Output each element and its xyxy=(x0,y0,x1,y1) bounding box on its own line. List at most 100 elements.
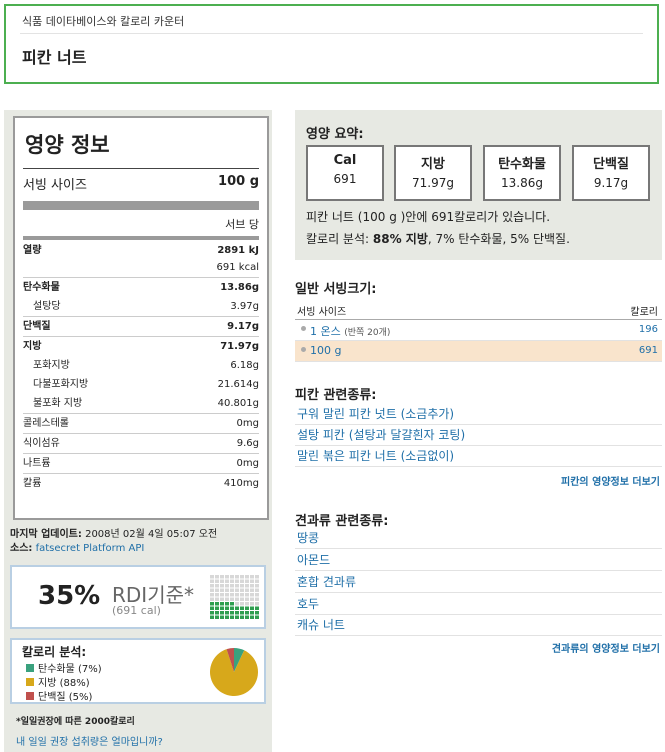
related-nut-link[interactable]: 혼합 견과류 xyxy=(295,573,662,593)
rdi-grid-cell xyxy=(225,588,229,592)
nutrition-label: 영양 정보 서빙 사이즈 100 g 서브 당 열량 2891 kJ 691 k… xyxy=(13,116,269,520)
rdi-grid-cell xyxy=(230,602,234,606)
related-pecan-link[interactable]: 말린 볶은 피칸 너트 (소금없이) xyxy=(295,447,662,467)
rdi-grid-cell xyxy=(210,606,214,610)
related-link-text[interactable]: 캐슈 너트 xyxy=(295,618,345,632)
left-column: 영양 정보 서빙 사이즈 100 g 서브 당 열량 2891 kJ 691 k… xyxy=(4,110,272,752)
serving-size-label: 서빙 사이즈 xyxy=(23,178,87,193)
nutrient-value: 21.614g xyxy=(217,379,259,390)
col-calories: 칼로리 xyxy=(630,307,658,318)
daily-intake-link[interactable]: 내 일일 권장 섭취량은 얼마입니까? xyxy=(16,733,163,748)
rdi-grid-cell xyxy=(245,579,249,583)
rdi-grid-cell xyxy=(255,575,259,579)
calorie-breakdown-title: 칼로리 분석: xyxy=(22,645,87,659)
nutrition-summary: 영양 요약: Cal 691 지방 71.97g 탄수화물 13.86g 단백질… xyxy=(295,110,662,260)
rdi-grid-cell xyxy=(225,611,229,615)
energy-label: 열량 xyxy=(23,245,42,256)
rdi-grid-cell xyxy=(230,584,234,588)
serving-row-selected[interactable]: 100 g 691 xyxy=(295,341,662,362)
summary-box-label: 단백질 xyxy=(593,157,629,172)
nutrient-row-polyunsaturated-fat: 다불포화지방 21.614g xyxy=(23,375,259,394)
summary-breakdown-line: 칼로리 분석: 88% 지방, 7% 탄수화물, 5% 단백질. xyxy=(306,230,570,247)
rdi-grid-cell xyxy=(210,593,214,597)
header-divider xyxy=(20,33,643,34)
related-nut-link[interactable]: 땅콩 xyxy=(295,529,662,549)
serving-calories[interactable]: 691 xyxy=(639,345,658,356)
nutrient-label: 포화지방 xyxy=(33,360,70,371)
rdi-grid-cell xyxy=(215,593,219,597)
related-pecan-link[interactable]: 설탕 피칸 (설탕과 달걀흰자 코팅) xyxy=(295,426,662,446)
rdi-grid-cell xyxy=(240,597,244,601)
rdi-grid-cell xyxy=(220,575,224,579)
rdi-grid-cell xyxy=(240,579,244,583)
rdi-grid-cell xyxy=(230,611,234,615)
rdi-grid-cell xyxy=(245,611,249,615)
rdi-grid-cell xyxy=(235,584,239,588)
carbs-swatch-icon xyxy=(26,663,34,672)
nutrition-label-title: 영양 정보 xyxy=(25,133,110,157)
rdi-grid-cell xyxy=(215,579,219,583)
nutrient-value: 40.801g xyxy=(217,398,259,409)
nutrient-label: 설탕당 xyxy=(33,301,61,312)
summary-box-value: 9.17g xyxy=(593,176,629,190)
rdi-grid-cell xyxy=(220,597,224,601)
related-link-text[interactable]: 아몬드 xyxy=(295,553,330,567)
related-link-text[interactable]: 땅콩 xyxy=(295,531,319,545)
rdi-grid-cell xyxy=(215,602,219,606)
rdi-grid-cell xyxy=(220,579,224,583)
more-nuts-link[interactable]: 견과류의 영양정보 더보기 xyxy=(552,640,660,655)
nutrient-label: 지방 xyxy=(23,341,42,352)
rdi-grid-cell xyxy=(215,615,219,619)
rdi-grid-cell xyxy=(210,602,214,606)
page-header: 식품 데이타베이스와 칼로리 카운터 피칸 너트 xyxy=(4,4,659,84)
rdi-grid-cell xyxy=(235,588,239,592)
rdi-grid-cell xyxy=(255,611,259,615)
rdi-grid-cell xyxy=(230,593,234,597)
rdi-grid-cell xyxy=(245,588,249,592)
rdi-grid-cell xyxy=(250,584,254,588)
rdi-grid-icon xyxy=(210,575,259,619)
related-link-text[interactable]: 말린 볶은 피칸 너트 (소금없이) xyxy=(295,449,454,463)
related-nut-link[interactable]: 아몬드 xyxy=(295,551,662,571)
summary-calorie-line: 피칸 너트 (100 g )안에 691칼로리가 있습니다. xyxy=(306,210,551,224)
nutrient-value: 410mg xyxy=(223,478,259,489)
summary-box-label: 탄수화물 xyxy=(498,157,546,172)
rdi-grid-cell xyxy=(240,602,244,606)
col-serving-size: 서빙 사이즈 xyxy=(297,307,347,318)
related-link-text[interactable]: 설탕 피칸 (설탕과 달걀흰자 코팅) xyxy=(295,428,465,442)
nutrient-row-fiber: 식이섬유 9.6g xyxy=(23,434,259,454)
rdi-grid-cell xyxy=(225,597,229,601)
breakdown-suffix: , 7% 탄수화물, 5% 단백질. xyxy=(427,232,570,246)
serving-size[interactable]: 1 온스 xyxy=(310,325,341,338)
rdi-grid-cell xyxy=(255,615,259,619)
breadcrumb[interactable]: 식품 데이타베이스와 칼로리 카운터 xyxy=(22,13,184,29)
related-link-text[interactable]: 호두 xyxy=(295,597,319,611)
rdi-grid-cell xyxy=(240,575,244,579)
rdi-grid-cell xyxy=(230,588,234,592)
rdi-grid-cell xyxy=(225,584,229,588)
related-nuts-title: 견과류 관련종류: xyxy=(295,514,389,529)
related-pecan-link[interactable]: 구워 말린 피칸 넛트 (소금추가) xyxy=(295,405,662,425)
serving-calories[interactable]: 196 xyxy=(639,324,658,335)
breakdown-item-protein: 단백질 (5%) xyxy=(26,688,92,703)
nutrient-label: 단백질 xyxy=(23,321,51,332)
more-pecan-link[interactable]: 피칸의 영양정보 더보기 xyxy=(561,473,660,488)
serving-row[interactable]: 1 온스 (반쪽 20개) 196 xyxy=(295,320,662,341)
nutrient-row-carbs: 탄수화물 13.86g xyxy=(23,278,259,297)
rdi-grid-cell xyxy=(235,615,239,619)
rdi-percent: 35% xyxy=(38,581,101,611)
rdi-grid-cell xyxy=(215,606,219,610)
calorie-pie-chart-icon xyxy=(210,648,258,696)
energy-kcal: 691 kcal xyxy=(216,262,259,273)
nutrient-label: 탄수화물 xyxy=(23,282,60,293)
serving-size-value: 100 g xyxy=(218,174,259,189)
serving-size[interactable]: 100 g xyxy=(310,344,341,357)
related-link-text[interactable]: 혼합 견과류 xyxy=(295,575,356,589)
source-link[interactable]: fatsecret Platform API xyxy=(36,543,145,554)
rdi-grid-cell xyxy=(225,579,229,583)
summary-box-fat: 지방 71.97g xyxy=(394,145,472,201)
related-nut-link[interactable]: 캐슈 너트 xyxy=(295,616,662,636)
related-nut-link[interactable]: 호두 xyxy=(295,595,662,615)
rdi-grid-cell xyxy=(245,593,249,597)
related-link-text[interactable]: 구워 말린 피칸 넛트 (소금추가) xyxy=(295,407,454,421)
